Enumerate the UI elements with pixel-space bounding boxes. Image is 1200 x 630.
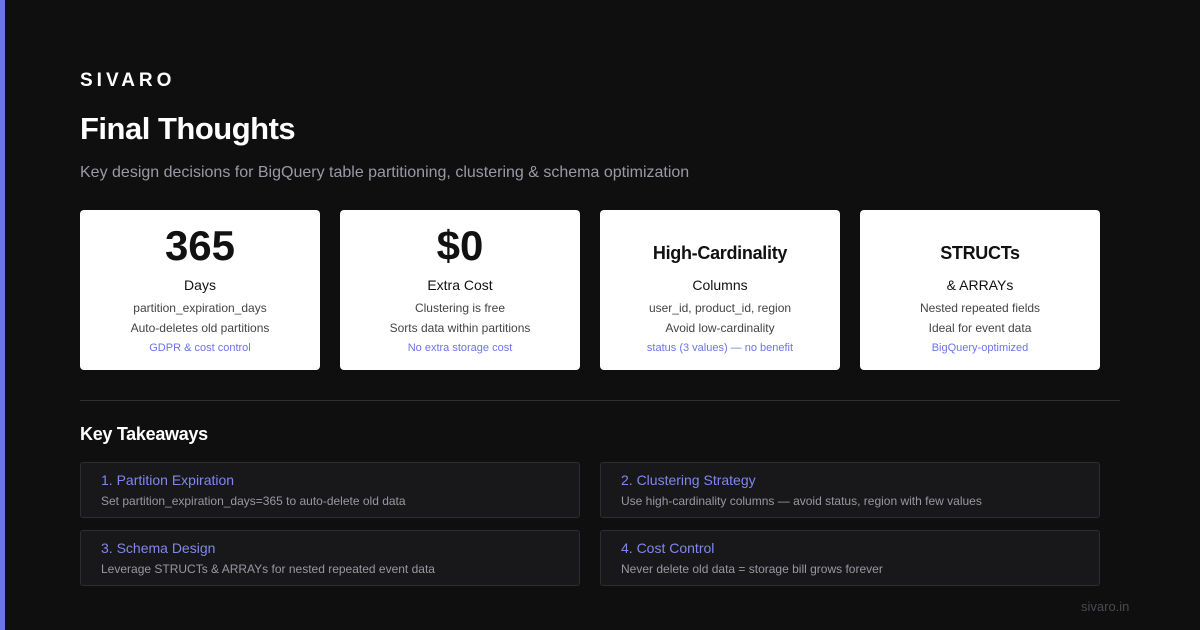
- takeaway-desc: Never delete old data = storage bill gro…: [621, 562, 883, 576]
- takeaways-heading: Key Takeaways: [80, 424, 208, 444]
- takeaway-title: 4. Cost Control: [621, 540, 715, 556]
- stat-value: 365: [164, 222, 236, 269]
- stat-detail: Avoid low-cardinality: [665, 321, 775, 335]
- stat-value: High-Cardinality: [652, 243, 788, 263]
- stat-card-expiration: 365 Days partition_expiration_days Auto-…: [80, 210, 320, 370]
- accent-bar: [0, 0, 5, 630]
- takeaway-title: 2. Clustering Strategy: [621, 472, 756, 488]
- stat-note: No extra storage cost: [407, 342, 513, 354]
- takeaway-desc: Leverage STRUCTs & ARRAYs for nested rep…: [101, 562, 435, 576]
- stat-detail: partition_expiration_days: [133, 301, 267, 315]
- footer-url: sivaro.in: [1081, 599, 1130, 614]
- takeaway-cost-control: 4. Cost Control Never delete old data = …: [600, 530, 1100, 586]
- stat-detail: user_id, product_id, region: [648, 301, 792, 315]
- stat-detail: Sorts data within partitions: [389, 321, 531, 335]
- stat-detail: Ideal for event data: [928, 321, 1032, 335]
- stat-label: Columns: [692, 277, 748, 293]
- stat-note: status (3 values) — no benefit: [646, 342, 794, 354]
- stat-cards: 365 Days partition_expiration_days Auto-…: [80, 210, 1100, 370]
- stat-card-cost: $0 Extra Cost Clustering is free Sorts d…: [340, 210, 580, 370]
- takeaway-clustering-strategy: 2. Clustering Strategy Use high-cardinal…: [600, 462, 1100, 518]
- brand-logo: SIVARO: [80, 70, 176, 91]
- stat-detail: Nested repeated fields: [919, 301, 1041, 315]
- stat-label: Extra Cost: [427, 277, 493, 293]
- section-divider: [80, 400, 1120, 401]
- takeaway-title: 3. Schema Design: [101, 540, 216, 556]
- takeaway-desc: Set partition_expiration_days=365 to aut…: [101, 494, 406, 508]
- stat-card-cardinality: High-Cardinality Columns user_id, produc…: [600, 210, 840, 370]
- stat-card-structs: STRUCTs & ARRAYs Nested repeated fields …: [860, 210, 1100, 370]
- takeaway-schema-design: 3. Schema Design Leverage STRUCTs & ARRA…: [80, 530, 580, 586]
- stat-detail: Clustering is free: [414, 301, 506, 315]
- stat-detail: Auto-deletes old partitions: [130, 321, 270, 335]
- takeaway-partition-expiration: 1. Partition Expiration Set partition_ex…: [80, 462, 580, 518]
- stat-value: STRUCTs: [940, 243, 1020, 263]
- stat-note: BigQuery-optimized: [931, 342, 1029, 354]
- stat-value: $0: [436, 222, 484, 269]
- takeaway-desc: Use high-cardinality columns — avoid sta…: [621, 494, 982, 508]
- page-title: Final Thoughts: [80, 111, 296, 146]
- stat-label: Days: [184, 277, 216, 293]
- stat-label: & ARRAYs: [946, 277, 1014, 293]
- page-subtitle: Key design decisions for BigQuery table …: [80, 164, 690, 181]
- takeaway-title: 1. Partition Expiration: [101, 472, 235, 488]
- stat-note: GDPR & cost control: [149, 342, 251, 354]
